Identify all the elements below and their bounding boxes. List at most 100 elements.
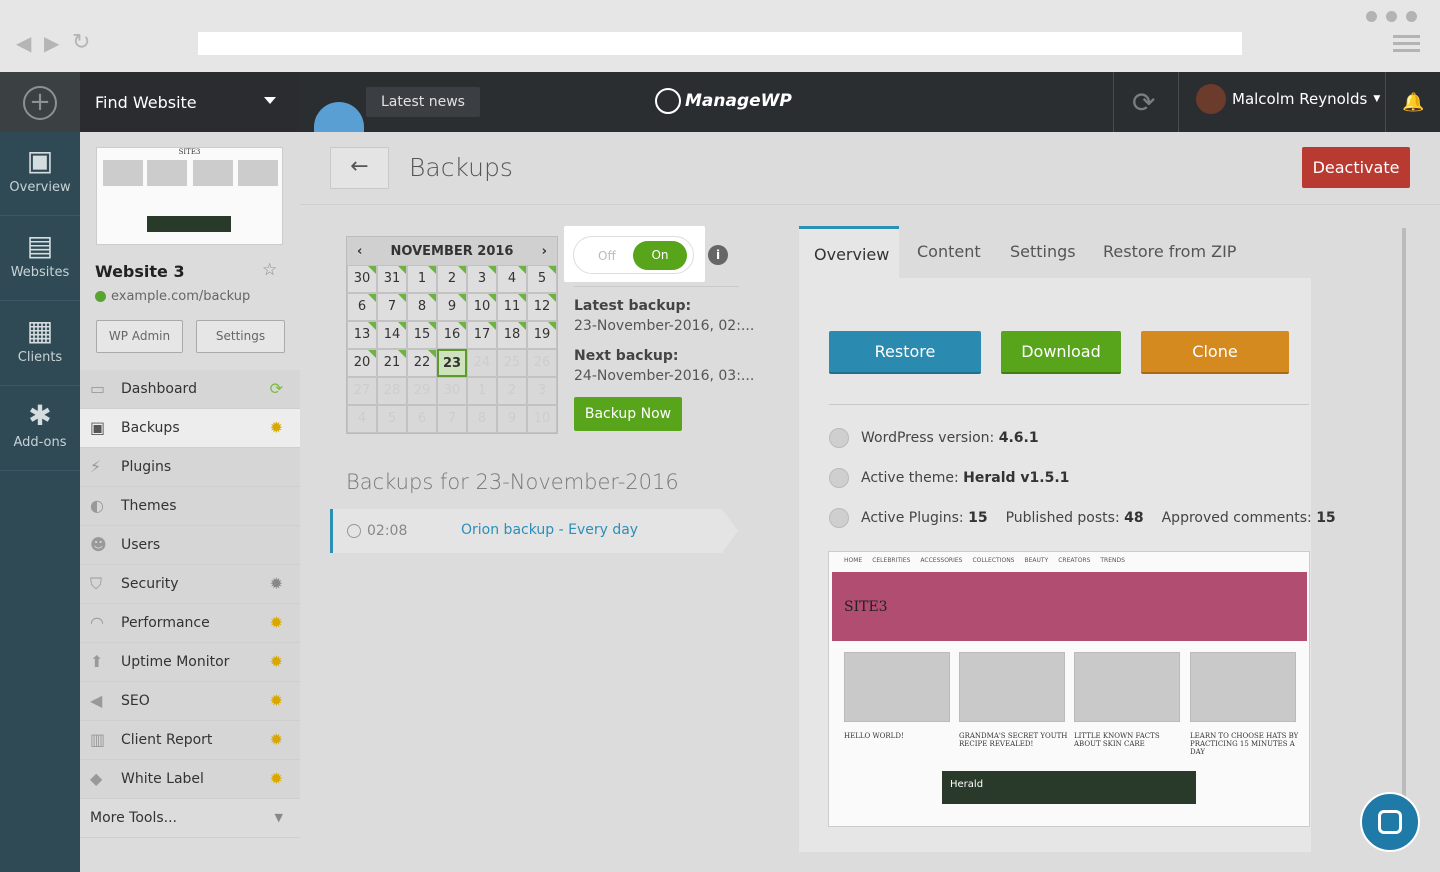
calendar-day[interactable]: 17 (467, 321, 497, 349)
rail-addons[interactable]: ✱ Add-ons (0, 387, 80, 471)
calendar-day[interactable]: 5 (527, 265, 557, 293)
calendar-day[interactable]: 4 (347, 405, 377, 433)
calendar-day[interactable]: 20 (347, 349, 377, 377)
calendar-day[interactable]: 30 (437, 377, 467, 405)
calendar-day[interactable]: 5 (377, 405, 407, 433)
rail-overview[interactable]: ▣ Overview (0, 132, 80, 216)
rail-websites[interactable]: ▤ Websites (0, 217, 80, 301)
menu-security[interactable]: ⛉ Security ✹ (80, 565, 300, 604)
preview-ad-banner: Herald (942, 771, 1196, 804)
site-settings-button[interactable]: Settings (196, 320, 285, 353)
calendar-day[interactable]: 9 (497, 405, 527, 433)
star-icon[interactable]: ☆ (262, 260, 277, 280)
calendar-day[interactable]: 10 (467, 293, 497, 321)
calendar-day[interactable]: 9 (437, 293, 467, 321)
site-url[interactable]: example.com/backup (95, 289, 250, 304)
restore-button[interactable]: Restore (829, 331, 981, 374)
menu-plugins[interactable]: ⚡ Plugins (80, 448, 300, 487)
calendar-day[interactable]: 12 (527, 293, 557, 321)
download-button[interactable]: Download (1001, 331, 1121, 374)
clone-button[interactable]: Clone (1141, 331, 1289, 374)
chat-button[interactable] (1360, 792, 1420, 852)
calendar-day[interactable]: 13 (347, 321, 377, 349)
scrollbar[interactable] (1402, 228, 1406, 848)
tab-overview[interactable]: Overview (799, 226, 899, 278)
reload-icon[interactable]: ↻ (72, 32, 90, 54)
calendar-day[interactable]: 6 (347, 293, 377, 321)
user-menu[interactable]: Malcolm Reynolds ▼ (1196, 84, 1380, 114)
preview-nav-item: TRENDS (1100, 557, 1125, 564)
menu-client-report[interactable]: ▥ Client Report ✹ (80, 721, 300, 760)
calendar-day[interactable]: 22 (407, 349, 437, 377)
calendar-day[interactable]: 14 (377, 321, 407, 349)
calendar-day[interactable]: 4 (497, 265, 527, 293)
calendar-day[interactable]: 25 (497, 349, 527, 377)
back-button[interactable]: ← (330, 147, 389, 189)
rail-label: Websites (10, 265, 70, 280)
browser-menu-icon[interactable] (1393, 35, 1420, 56)
calendar-day[interactable]: 6 (407, 405, 437, 433)
calendar-day[interactable]: 15 (407, 321, 437, 349)
calendar-day[interactable]: 2 (437, 265, 467, 293)
star-badge-icon: ✱ (28, 399, 52, 432)
calendar-day[interactable]: 2 (497, 377, 527, 405)
calendar-day[interactable]: 11 (497, 293, 527, 321)
menu-performance[interactable]: ◠ Performance ✹ (80, 604, 300, 643)
tab-restore-zip[interactable]: Restore from ZIP (1088, 226, 1251, 278)
tab-content[interactable]: Content (902, 226, 996, 278)
preview-nav-item: CREATORS (1058, 557, 1091, 564)
calendar-day[interactable]: 8 (407, 293, 437, 321)
menu-uptime-monitor[interactable]: ⬆ Uptime Monitor ✹ (80, 643, 300, 682)
backup-name-link[interactable]: Orion backup - Every day (461, 522, 638, 538)
calendar-day[interactable]: 26 (527, 349, 557, 377)
backup-now-button[interactable]: Backup Now (574, 397, 682, 431)
menu-dashboard[interactable]: ▭ Dashboard ⟳ (80, 370, 300, 409)
megaphone-icon: ◀ (90, 691, 103, 710)
calendar-day[interactable]: 3 (467, 265, 497, 293)
calendar-day[interactable]: 1 (467, 377, 497, 405)
divider (574, 286, 739, 287)
add-website-button[interactable]: + (0, 72, 80, 132)
calendar-day[interactable]: 7 (437, 405, 467, 433)
calendar-day[interactable]: 8 (467, 405, 497, 433)
calendar-day[interactable]: 24 (467, 349, 497, 377)
rail-clients[interactable]: ▦ Clients (0, 302, 80, 386)
calendar-day[interactable]: 19 (527, 321, 557, 349)
menu-themes[interactable]: ◐ Themes (80, 487, 300, 526)
menu-white-label[interactable]: ◆ White Label ✹ (80, 760, 300, 799)
calendar-day[interactable]: 31 (377, 265, 407, 293)
tab-settings[interactable]: Settings (995, 226, 1091, 278)
calendar-day[interactable]: 21 (377, 349, 407, 377)
preview-nav: HOME CELEBRITIES ACCESSORIES COLLECTIONS… (844, 557, 1125, 564)
info-icon[interactable]: i (708, 245, 728, 265)
next-month-icon[interactable]: › (542, 244, 547, 259)
calendar-day[interactable]: 30 (347, 265, 377, 293)
calendar-day[interactable]: 10 (527, 405, 557, 433)
latest-news-button[interactable]: Latest news (366, 87, 480, 117)
site-thumbnail[interactable]: SITE3 (96, 147, 283, 245)
back-arrow-icon[interactable]: ◀ (16, 33, 31, 53)
calendar-day[interactable]: 23 (437, 349, 467, 377)
deactivate-button[interactable]: Deactivate (1302, 147, 1410, 188)
backup-icon: ▣ (90, 418, 106, 437)
address-bar[interactable] (198, 32, 1242, 55)
calendar-day[interactable]: 7 (377, 293, 407, 321)
menu-backups[interactable]: ▣ Backups ✹ (80, 409, 300, 448)
forward-arrow-icon[interactable]: ▶ (44, 33, 59, 53)
calendar-day[interactable]: 29 (407, 377, 437, 405)
calendar-day[interactable]: 3 (527, 377, 557, 405)
calendar-day[interactable]: 28 (377, 377, 407, 405)
notification-bell-icon[interactable]: 🔔 (1402, 92, 1424, 113)
menu-label: Plugins (121, 459, 172, 475)
more-tools-dropdown[interactable]: More Tools... ▼ (80, 799, 300, 838)
menu-seo[interactable]: ◀ SEO ✹ (80, 682, 300, 721)
sync-icon[interactable]: ⟳ (1132, 86, 1155, 119)
calendar-day[interactable]: 16 (437, 321, 467, 349)
calendar-day[interactable]: 18 (497, 321, 527, 349)
thumb-title: SITE3 (178, 148, 201, 156)
prev-month-icon[interactable]: ‹ (357, 244, 362, 259)
menu-users[interactable]: ☻ Users (80, 526, 300, 565)
wp-admin-button[interactable]: WP Admin (96, 320, 183, 353)
calendar-day[interactable]: 27 (347, 377, 377, 405)
calendar-day[interactable]: 1 (407, 265, 437, 293)
